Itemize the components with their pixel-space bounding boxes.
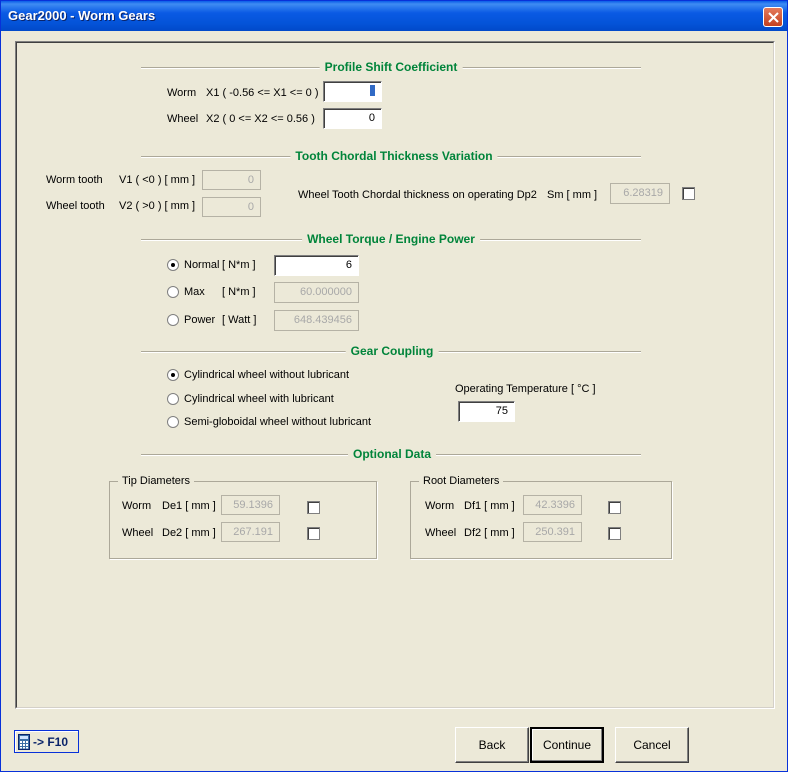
coupling-option-1-radio[interactable] bbox=[167, 369, 179, 381]
max-radio[interactable] bbox=[167, 286, 179, 298]
calculator-icon bbox=[18, 733, 30, 750]
de2-checkbox[interactable] bbox=[307, 527, 320, 540]
coupling-option-1-label: Cylindrical wheel without lubricant bbox=[184, 369, 350, 381]
root-worm-label: Worm bbox=[425, 500, 455, 512]
df1-checkbox[interactable] bbox=[608, 501, 621, 514]
sm-input[interactable]: 6.28319 bbox=[610, 183, 670, 204]
close-icon bbox=[768, 12, 779, 23]
df1-input[interactable]: 42.3396 bbox=[523, 495, 582, 515]
tip-wheel-label: Wheel bbox=[122, 527, 154, 539]
de1-checkbox[interactable] bbox=[307, 501, 320, 514]
normal-radio[interactable] bbox=[167, 259, 179, 271]
df2-checkbox[interactable] bbox=[608, 527, 621, 540]
temperature-label: Operating Temperature [ °C ] bbox=[455, 383, 596, 395]
normal-unit: [ N*m ] bbox=[222, 259, 256, 271]
back-button[interactable]: Back bbox=[455, 727, 529, 763]
max-unit: [ N*m ] bbox=[222, 286, 256, 298]
normal-label: Normal bbox=[184, 259, 220, 271]
power-radio[interactable] bbox=[167, 314, 179, 326]
coupling-title: Gear Coupling bbox=[345, 344, 439, 358]
de2-label: De2 [ mm ] bbox=[162, 527, 216, 539]
optional-title: Optional Data bbox=[347, 447, 437, 461]
window-title: Gear2000 - Worm Gears bbox=[8, 8, 156, 23]
de1-input[interactable]: 59.1396 bbox=[221, 495, 280, 515]
wheel-tooth-label: Wheel tooth bbox=[46, 200, 105, 212]
de1-label: De1 [ mm ] bbox=[162, 500, 216, 512]
calculator-button[interactable]: -> F10 bbox=[14, 730, 79, 753]
v2-input[interactable]: 0 bbox=[202, 197, 261, 217]
wheel-x2-range: X2 ( 0 <= X2 <= 0.56 ) bbox=[206, 113, 315, 125]
df2-input[interactable]: 250.391 bbox=[523, 522, 582, 542]
coupling-option-3-label: Semi-globoidal wheel without lubricant bbox=[184, 416, 372, 428]
max-label: Max bbox=[184, 286, 205, 298]
power-label: Power bbox=[184, 314, 216, 326]
v1-label: V1 ( <0 ) [ mm ] bbox=[119, 174, 196, 186]
worm-tooth-label: Worm tooth bbox=[46, 174, 103, 186]
max-torque-input[interactable]: 60.000000 bbox=[274, 282, 359, 303]
torque-title: Wheel Torque / Engine Power bbox=[302, 232, 480, 246]
power-input[interactable]: 648.439456 bbox=[274, 310, 359, 331]
tip-diameters-title: Tip Diameters bbox=[118, 475, 195, 487]
coupling-option-2-label: Cylindrical wheel with lubricant bbox=[184, 393, 334, 405]
profile-shift-title: Profile Shift Coefficient bbox=[319, 60, 463, 74]
v1-input[interactable]: 0 bbox=[202, 170, 261, 190]
tip-worm-label: Worm bbox=[122, 500, 152, 512]
df1-label: Df1 [ mm ] bbox=[464, 500, 515, 512]
normal-torque-input[interactable]: 6 bbox=[274, 255, 359, 276]
continue-button[interactable]: Continue bbox=[530, 727, 604, 763]
worm-x1-range: X1 ( -0.56 <= X1 <= 0 ) bbox=[206, 87, 319, 99]
coupling-option-2-radio[interactable] bbox=[167, 393, 179, 405]
root-diameters-title: Root Diameters bbox=[419, 475, 504, 487]
title-bar[interactable]: Gear2000 - Worm Gears bbox=[1, 1, 787, 31]
worm-x1-input[interactable] bbox=[323, 81, 382, 102]
text-cursor bbox=[370, 85, 375, 96]
sm-label: Sm [ mm ] bbox=[547, 189, 598, 201]
dialog-window: Gear2000 - Worm Gears Profile Shift Coef… bbox=[0, 0, 788, 772]
tip-diameters-group: Tip Diameters bbox=[109, 475, 377, 559]
v2-label: V2 ( >0 ) [ mm ] bbox=[119, 200, 196, 212]
de2-input[interactable]: 267.191 bbox=[221, 522, 280, 542]
calculator-label: -> F10 bbox=[33, 734, 69, 749]
power-unit: [ Watt ] bbox=[222, 314, 257, 326]
wheel-x2-label: Wheel bbox=[167, 113, 199, 125]
wheel-x2-input[interactable]: 0 bbox=[323, 108, 382, 129]
chordal-title: Tooth Chordal Thickness Variation bbox=[290, 149, 498, 163]
sm-description: Wheel Tooth Chordal thickness on operati… bbox=[298, 189, 537, 201]
close-button[interactable] bbox=[763, 7, 783, 27]
worm-x1-label: Worm bbox=[167, 87, 197, 99]
root-wheel-label: Wheel bbox=[425, 527, 457, 539]
df2-label: Df2 [ mm ] bbox=[464, 527, 515, 539]
coupling-option-3-radio[interactable] bbox=[167, 416, 179, 428]
cancel-button[interactable]: Cancel bbox=[615, 727, 689, 763]
root-diameters-group: Root Diameters bbox=[410, 475, 672, 559]
main-panel bbox=[15, 41, 775, 709]
temperature-input[interactable]: 75 bbox=[458, 401, 515, 422]
sm-checkbox[interactable] bbox=[682, 187, 695, 200]
